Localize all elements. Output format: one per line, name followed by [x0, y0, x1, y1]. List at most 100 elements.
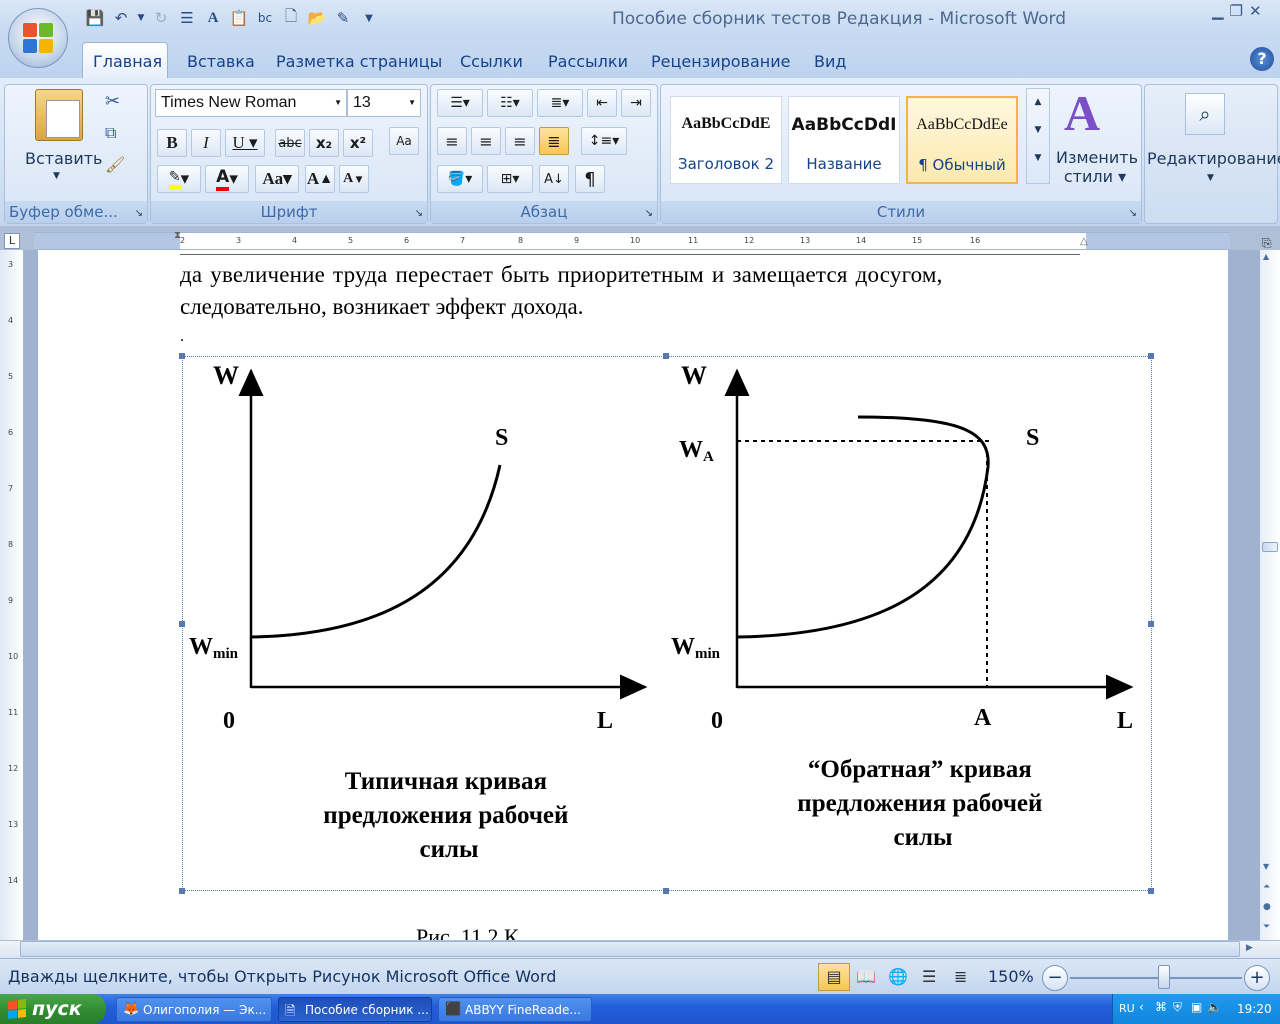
volume-icon[interactable]: 🔈: [1207, 1000, 1222, 1014]
align-left-button[interactable]: ≡: [437, 127, 467, 155]
outline-view-icon[interactable]: ☰: [922, 967, 936, 986]
italic-button[interactable]: I: [191, 129, 221, 157]
paragraph-launcher-icon[interactable]: ↘: [645, 208, 653, 219]
numbering-button[interactable]: ☷▾: [487, 89, 533, 117]
font-a-icon[interactable]: A: [202, 7, 224, 29]
language-indicator[interactable]: RU: [1119, 1002, 1135, 1015]
change-styles-button[interactable]: Изменить стили ▾: [1056, 148, 1138, 186]
align-right-button[interactable]: ≡: [505, 127, 535, 155]
indent-marker-icon[interactable]: ⧗: [174, 230, 181, 241]
change-styles-icon[interactable]: A: [1064, 86, 1100, 140]
tab-insert[interactable]: Вставка: [187, 52, 255, 71]
borders-button[interactable]: ⊞▾: [487, 165, 533, 193]
tab-view[interactable]: Вид: [814, 52, 846, 71]
print-layout-view-icon[interactable]: ▤: [818, 963, 850, 991]
draft-view-icon[interactable]: ≣: [954, 967, 967, 986]
style-normal[interactable]: AaBbCcDdEe ¶ Обычный: [906, 96, 1018, 184]
tab-review[interactable]: Рецензирование: [651, 52, 790, 71]
taskbar-item-active[interactable]: 🗎 Пособие сборник ...: [278, 997, 432, 1022]
styles-launcher-icon[interactable]: ↘: [1129, 208, 1137, 219]
tray-app-icon[interactable]: ▣: [1191, 1000, 1202, 1014]
tab-page-layout[interactable]: Разметка страницы: [276, 52, 442, 71]
font-color-button[interactable]: A ▾: [205, 165, 249, 193]
grow-font-button[interactable]: A ▲: [305, 165, 335, 193]
font-name-combo[interactable]: Times New Roman ▼: [155, 89, 347, 117]
show-marks-button[interactable]: ¶: [575, 165, 605, 193]
line-spacing-button[interactable]: ↕≡▾: [581, 127, 627, 155]
copy-icon[interactable]: ⧉: [105, 123, 116, 143]
horizontal-ruler[interactable]: 21123456789101112131415161718: [34, 232, 1230, 250]
justify-button[interactable]: ≣: [539, 127, 569, 155]
more-icon[interactable]: ▼: [1027, 153, 1049, 163]
resize-handle[interactable]: [179, 353, 185, 359]
undo-dropdown-icon[interactable]: ▼: [136, 7, 146, 29]
help-icon[interactable]: ?: [1250, 47, 1274, 71]
strikethrough-button[interactable]: abc: [275, 129, 305, 157]
increase-indent-button[interactable]: ⇥: [621, 89, 651, 117]
resize-handle[interactable]: [179, 621, 185, 627]
bold-button[interactable]: B: [157, 129, 187, 157]
multilevel-list-button[interactable]: ≣▾: [537, 89, 583, 117]
clear-formatting-icon[interactable]: Aa: [389, 127, 419, 155]
resize-handle[interactable]: [1148, 888, 1154, 894]
tab-selector[interactable]: L: [4, 233, 20, 249]
sort-button[interactable]: A↓: [539, 165, 569, 193]
styles-scroll[interactable]: ▲ ▼ ▼: [1026, 88, 1050, 184]
taskbar-item[interactable]: ⬛ ABBYY FineReade...: [438, 997, 592, 1022]
taskbar-item[interactable]: 🦊 Олигополия — Эк...: [116, 997, 272, 1022]
zoom-slider-thumb[interactable]: [1158, 965, 1170, 989]
scroll-up-icon[interactable]: ▲: [1263, 252, 1269, 261]
editing-dropdown-icon[interactable]: ▼: [1207, 173, 1214, 183]
resize-handle[interactable]: [1148, 353, 1154, 359]
network-icon[interactable]: ⌘: [1155, 1000, 1167, 1014]
scroll-down-icon[interactable]: ▼: [1263, 862, 1269, 871]
undo-icon[interactable]: ↶: [110, 7, 132, 29]
web-layout-icon[interactable]: 🌐: [888, 967, 908, 986]
tray-arrow-icon[interactable]: ‹: [1139, 1000, 1144, 1014]
resize-handle[interactable]: [663, 353, 669, 359]
editing-button[interactable]: Редактирование: [1147, 149, 1280, 168]
binoculars-icon[interactable]: ⌕: [1185, 93, 1225, 135]
office-button[interactable]: [8, 8, 68, 68]
edit-icon[interactable]: ✎: [332, 7, 354, 29]
font-size-combo[interactable]: 13 ▼: [347, 89, 421, 117]
decrease-indent-button[interactable]: ⇤: [587, 89, 617, 117]
zoom-in-icon[interactable]: +: [1244, 965, 1270, 991]
align-center-button[interactable]: ≡: [471, 127, 501, 155]
selected-figure[interactable]: W S Wmin 0 L Типичная кривая предложения…: [182, 356, 1152, 891]
paste-dropdown-icon[interactable]: ▼: [53, 171, 60, 181]
vertical-scrollbar[interactable]: ▲ ▼ ⏶ ● ⏷: [1260, 250, 1280, 940]
scroll-thumb[interactable]: [1262, 542, 1278, 552]
zoom-slider[interactable]: [1070, 977, 1242, 979]
restore-icon[interactable]: ❐: [1230, 2, 1243, 20]
change-case-button[interactable]: Aa▾: [255, 165, 299, 193]
minimize-icon[interactable]: ▁: [1212, 2, 1224, 20]
redo-icon[interactable]: ↻: [150, 7, 172, 29]
paste-icon[interactable]: [35, 89, 83, 141]
zoom-out-icon[interactable]: −: [1042, 965, 1068, 991]
cut-icon[interactable]: ✂: [105, 91, 120, 112]
antivirus-icon[interactable]: ⛨: [1173, 1000, 1182, 1015]
save-icon[interactable]: 💾: [84, 7, 106, 29]
font-launcher-icon[interactable]: ↘: [415, 208, 423, 219]
style-heading-2[interactable]: AaBbCcDdE Заголовок 2: [670, 96, 782, 184]
customize-toolbar-icon[interactable]: ▼: [358, 7, 380, 29]
start-button[interactable]: пуск: [0, 994, 106, 1024]
scroll-up-icon[interactable]: ▲: [1027, 97, 1049, 107]
shrink-font-button[interactable]: A ▼: [339, 165, 369, 193]
scroll-down-icon[interactable]: ▼: [1027, 125, 1049, 135]
resize-handle[interactable]: [179, 888, 185, 894]
scroll-right-icon[interactable]: ▶: [1246, 943, 1253, 953]
full-screen-reading-icon[interactable]: 📖: [856, 967, 876, 986]
resize-handle[interactable]: [1148, 621, 1154, 627]
resize-handle[interactable]: [663, 888, 669, 894]
open-folder-icon[interactable]: 📂: [306, 7, 328, 29]
spelling-icon[interactable]: bc: [254, 7, 276, 29]
superscript-button[interactable]: x²: [343, 129, 373, 157]
tab-references[interactable]: Ссылки: [460, 52, 523, 71]
close-icon[interactable]: ✕: [1249, 2, 1262, 20]
format-painter-icon[interactable]: 🖌: [105, 155, 125, 174]
highlight-color-button[interactable]: ✎ ▾: [157, 165, 201, 193]
horizontal-scrollbar[interactable]: ▶: [0, 940, 1280, 958]
new-document-icon[interactable]: 🗋: [280, 7, 302, 29]
